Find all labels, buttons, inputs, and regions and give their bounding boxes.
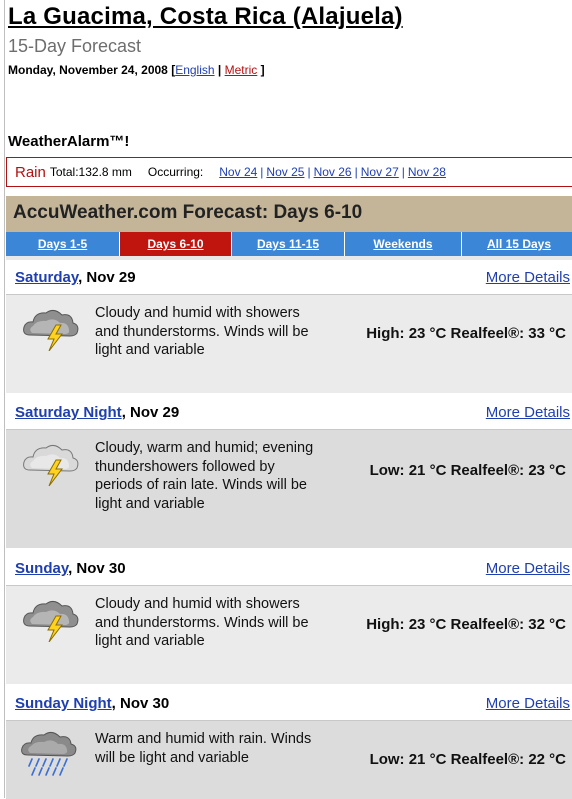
units-divider: | bbox=[217, 63, 222, 77]
forecast-day-header: Saturday, Nov 29 More Details bbox=[6, 262, 572, 294]
current-date: Monday, November 24, 2008 bbox=[8, 63, 168, 77]
forecast-description: Cloudy, warm and humid; evening thunders… bbox=[95, 440, 314, 512]
day-link[interactable]: Saturday bbox=[15, 269, 78, 286]
forecast-day-header: Saturday Night, Nov 29 More Details bbox=[6, 397, 572, 429]
day-date: , Nov 30 bbox=[68, 560, 126, 577]
more-details-link[interactable]: More Details bbox=[486, 695, 570, 712]
day-link[interactable]: Sunday bbox=[15, 560, 68, 577]
more-details-link[interactable]: More Details bbox=[486, 269, 570, 286]
forecast-header: AccuWeather.com Forecast: Days 6-10 bbox=[6, 196, 572, 232]
forecast-day-body: Cloudy and humid with showers and thunde… bbox=[6, 294, 572, 393]
day-name: Sunday, Nov 30 bbox=[15, 560, 126, 577]
forecast-temperature: Low: 21 °C Realfeel®: 23 °C bbox=[369, 462, 566, 479]
day-date: , Nov 29 bbox=[78, 269, 136, 286]
forecast-description: Cloudy and humid with showers and thunde… bbox=[95, 305, 309, 358]
day-link[interactable]: Sunday Night bbox=[15, 695, 112, 712]
thunderstorm-icon bbox=[23, 600, 79, 642]
thunderstorm-icon bbox=[23, 444, 79, 486]
alarm-date-link[interactable]: Nov 24 bbox=[219, 165, 257, 179]
date-line: Monday, November 24, 2008 [English | Met… bbox=[8, 63, 265, 77]
forecast-temperature: High: 23 °C Realfeel®: 33 °C bbox=[366, 325, 566, 342]
alarm-date-link[interactable]: Nov 27 bbox=[361, 165, 399, 179]
alarm-date-link[interactable]: Nov 25 bbox=[266, 165, 304, 179]
tab-days-1-5[interactable]: Days 1-5 bbox=[6, 232, 120, 256]
rain-alarm-box: Rain Total:132.8 mm Occurring: Nov 24 | No… bbox=[6, 157, 572, 187]
forecast-temperature: Low: 21 °C Realfeel®: 22 °C bbox=[369, 751, 566, 768]
day-name: Saturday Night, Nov 29 bbox=[15, 404, 179, 421]
alarm-date-links: Nov 24 | Nov 25 | Nov 26 | Nov 27 | Nov 28 bbox=[219, 165, 446, 179]
day-date: , Nov 30 bbox=[111, 695, 170, 712]
metric-units-link[interactable]: Metric bbox=[225, 63, 258, 77]
forecast-day-header: Sunday Night, Nov 30 More Details bbox=[6, 688, 572, 720]
alarm-type: Rain bbox=[15, 163, 46, 181]
page-subtitle: 15-Day Forecast bbox=[8, 36, 142, 56]
alarm-occurring-label: Occurring: bbox=[147, 165, 204, 179]
alarm-total: Total:132.8 mm bbox=[49, 165, 132, 179]
rain-icon bbox=[21, 731, 77, 776]
page-title: La Guacima, Costa Rica (Alajuela) bbox=[8, 3, 403, 30]
forecast-temperature: High: 23 °C Realfeel®: 32 °C bbox=[366, 616, 566, 633]
tab-weekends[interactable]: Weekends bbox=[345, 232, 462, 256]
tabs-divider bbox=[6, 256, 572, 260]
forecast-day-body: Warm and humid with rain. Winds will be … bbox=[6, 720, 572, 799]
day-link[interactable]: Saturday Night bbox=[15, 404, 122, 421]
forecast-description: Cloudy and humid with showers and thunde… bbox=[95, 596, 309, 649]
more-details-link[interactable]: More Details bbox=[486, 560, 570, 577]
day-date: , Nov 29 bbox=[121, 404, 180, 421]
forecast-description: Warm and humid with rain. Winds will be … bbox=[95, 731, 312, 766]
more-details-link[interactable]: More Details bbox=[486, 404, 570, 421]
close-bracket: ] bbox=[260, 63, 265, 77]
alarm-separator: | bbox=[354, 165, 358, 179]
alarm-date-link[interactable]: Nov 26 bbox=[314, 165, 352, 179]
forecast-day-header: Sunday, Nov 30 More Details bbox=[6, 553, 572, 585]
thunderstorm-icon bbox=[23, 309, 79, 351]
tab-days-11-15[interactable]: Days 11-15 bbox=[232, 232, 345, 256]
tab-days-6-10[interactable]: Days 6-10 bbox=[120, 232, 232, 256]
tab-all-15-days[interactable]: All 15 Days bbox=[462, 232, 572, 256]
forecast-tabs: Days 1-5 Days 6-10 Days 11-15 Weekends A… bbox=[6, 232, 572, 256]
day-name: Sunday Night, Nov 30 bbox=[15, 695, 169, 712]
page-left-border bbox=[4, 0, 5, 798]
day-name: Saturday, Nov 29 bbox=[15, 269, 136, 286]
forecast-day-body: Cloudy, warm and humid; evening thunders… bbox=[6, 429, 572, 548]
english-units-link[interactable]: English bbox=[175, 63, 214, 77]
alarm-separator: | bbox=[260, 165, 264, 179]
alarm-separator: | bbox=[401, 165, 405, 179]
alarm-date-link[interactable]: Nov 28 bbox=[408, 165, 446, 179]
weather-alarm-title: WeatherAlarm™! bbox=[8, 133, 130, 150]
forecast-day-body: Cloudy and humid with showers and thunde… bbox=[6, 585, 572, 684]
alarm-separator: | bbox=[307, 165, 311, 179]
